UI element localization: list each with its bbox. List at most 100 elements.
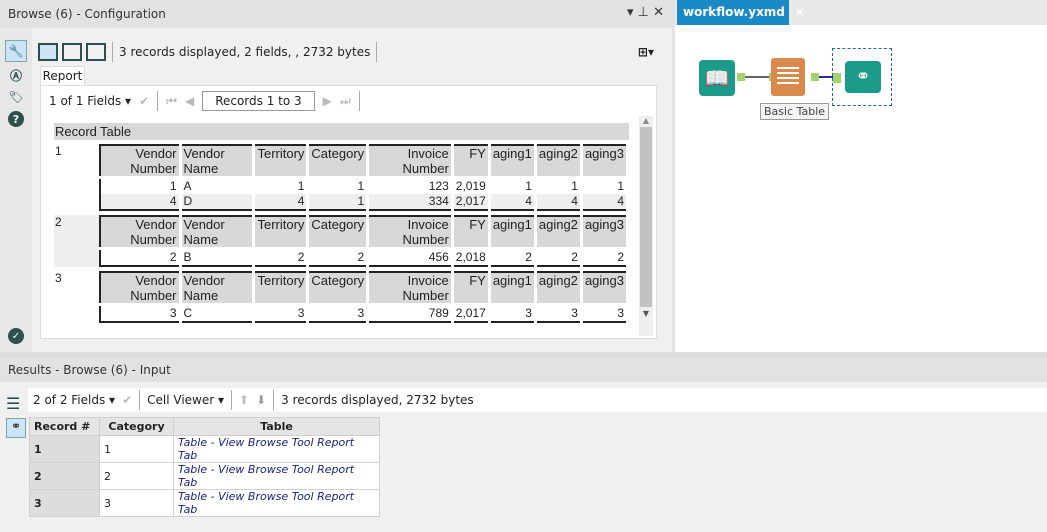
single-view-icon[interactable] xyxy=(38,43,58,61)
column-header: aging2 xyxy=(535,272,583,306)
col-table[interactable]: Table xyxy=(173,417,380,436)
binoculars-icon[interactable]: ⚭ xyxy=(6,418,26,438)
record-number: 2 xyxy=(55,215,62,229)
column-header: Vendor Number xyxy=(100,216,182,250)
basic-table-tool-icon[interactable] xyxy=(771,58,805,96)
column-header: aging3 xyxy=(581,216,629,250)
sort-up-icon[interactable]: ⬆ xyxy=(239,393,249,407)
column-header: Invoice Number xyxy=(367,216,454,250)
check-icon[interactable]: ✔ xyxy=(139,94,149,108)
column-header: FY xyxy=(452,272,491,306)
table-cell: 2 xyxy=(489,248,537,266)
table-link-cell[interactable]: Table - View Browse Tool Report Tab xyxy=(173,489,380,517)
tab-report[interactable]: Report xyxy=(40,66,85,86)
column-header: aging1 xyxy=(489,145,537,179)
column-header: Territory xyxy=(253,272,310,306)
report-view: Record Table 1 Vendor Number Vendor Name Terr… xyxy=(54,123,629,335)
next-record-icon[interactable]: ▶ xyxy=(323,94,332,108)
category-cell[interactable]: 3 xyxy=(99,489,174,517)
table-link-cell[interactable]: Table - View Browse Tool Report Tab xyxy=(173,462,380,490)
table-cell: A xyxy=(180,177,256,194)
table-cell: 2 xyxy=(307,248,370,266)
table-cell: 2 xyxy=(535,248,583,266)
column-header: Territory xyxy=(253,145,310,179)
column-header: Vendor Number xyxy=(100,145,182,179)
table-cell: C xyxy=(180,304,256,322)
list-icon[interactable]: ☰ xyxy=(6,394,20,413)
column-header: Invoice Number xyxy=(367,145,454,179)
table-cell: D xyxy=(180,194,256,210)
table-cell: 4 xyxy=(100,194,182,210)
last-record-icon[interactable]: ⏭ xyxy=(340,94,351,109)
table-cell: 3 xyxy=(100,304,182,322)
config-title: Browse (6) - Configuration xyxy=(8,7,166,21)
help-icon[interactable]: ? xyxy=(8,111,24,127)
table-cell: 2,017 xyxy=(452,194,491,210)
column-header: aging3 xyxy=(581,145,629,179)
record-number: 3 xyxy=(55,271,62,285)
table-cell: 4 xyxy=(581,194,629,210)
column-header: Vendor Name xyxy=(180,145,256,179)
add-view-icon[interactable]: ⊞▾ xyxy=(638,45,654,59)
table-link-cell[interactable]: Table - View Browse Tool Report Tab xyxy=(173,435,380,463)
record-cell[interactable]: 1 xyxy=(29,435,100,463)
table-cell: 2 xyxy=(253,248,310,266)
column-header: aging1 xyxy=(489,216,537,250)
workflow-canvas[interactable]: workflow.yxmd ✕ 📖 ⚭ Basic Table xyxy=(672,0,1047,352)
table-cell: 3 xyxy=(489,304,537,322)
records-range-box[interactable]: Records 1 to 3 xyxy=(202,91,315,111)
column-header: FY xyxy=(452,216,491,250)
table-row: 4 D 4 1 334 2,017 4 4 4 xyxy=(100,194,629,210)
results-grid: Record # Category Table 1 1 Table - View B… xyxy=(29,417,380,517)
sort-down-icon[interactable]: ⬇ xyxy=(256,393,266,407)
input-tool-icon[interactable]: 📖 xyxy=(699,60,735,96)
results-fields-selector[interactable]: 2 of 2 Fields ▾ xyxy=(33,393,115,407)
first-record-icon[interactable]: ⏮ xyxy=(166,94,177,109)
tag-icon[interactable]: 🏷 xyxy=(5,86,27,108)
report-record: 3 Vendor Number Vendor Name Territory Category… xyxy=(54,271,629,323)
category-cell[interactable]: 1 xyxy=(99,435,174,463)
selected-browse-tool[interactable]: ⚭ xyxy=(832,48,892,106)
results-title-bar: Results - Browse (6) - Input xyxy=(0,358,1047,382)
tool-tooltip: Basic Table xyxy=(760,103,830,120)
table-cell: 4 xyxy=(489,194,537,210)
table-cell: 1 xyxy=(307,177,370,194)
record-cell[interactable]: 3 xyxy=(29,489,100,517)
binoculars-icon: ⚭ xyxy=(845,61,881,93)
report-pane: 1 of 1 Fields ▾ ✔ ⏮ ◀ Records 1 to 3 ▶ ⏭… xyxy=(40,85,657,339)
close-tab-icon[interactable]: ✕ xyxy=(795,5,805,19)
record-cell[interactable]: 2 xyxy=(29,462,100,490)
report-scrollbar[interactable]: ▲ ▼ xyxy=(639,116,653,336)
table-cell: 456 xyxy=(367,248,454,266)
table-row[interactable]: 3 3 Table - View Browse Tool Report Tab xyxy=(29,489,380,517)
annotation-icon[interactable]: Ⓐ xyxy=(5,64,27,86)
column-header: aging1 xyxy=(489,272,537,306)
table-cell: 1 xyxy=(581,177,629,194)
table-cell: 3 xyxy=(581,304,629,322)
config-status: 3 records displayed, 2 fields, , 2732 by… xyxy=(119,45,371,59)
column-header: Vendor Name xyxy=(180,216,256,250)
table-row[interactable]: 2 2 Table - View Browse Tool Report Tab xyxy=(29,462,380,490)
table-row[interactable]: 1 1 Table - View Browse Tool Report Tab xyxy=(29,435,380,463)
category-cell[interactable]: 2 xyxy=(99,462,174,490)
record-number: 1 xyxy=(55,144,62,158)
prev-record-icon[interactable]: ◀ xyxy=(185,94,194,108)
panel-controls[interactable]: ▾ ⊥ ✕ xyxy=(627,5,664,20)
column-header: Vendor Name xyxy=(180,272,256,306)
results-status: 3 records displayed, 2732 bytes xyxy=(281,393,474,407)
cell-viewer-dropdown[interactable]: Cell Viewer ▾ xyxy=(147,393,224,407)
col-record[interactable]: Record # xyxy=(29,417,100,436)
check-icon[interactable]: ✔ xyxy=(122,393,132,407)
column-header: Category xyxy=(307,216,370,250)
wrench-icon[interactable]: 🔧 xyxy=(5,40,27,62)
tab-workflow[interactable]: workflow.yxmd ✕ xyxy=(677,0,805,25)
table-cell: 3 xyxy=(307,304,370,322)
fields-selector[interactable]: 1 of 1 Fields ▾ xyxy=(49,94,131,108)
results-title: Results - Browse (6) - Input xyxy=(8,363,171,377)
split-horizontal-icon[interactable] xyxy=(86,43,106,61)
split-vertical-icon[interactable] xyxy=(62,43,82,61)
table-cell: 4 xyxy=(535,194,583,210)
table-cell: 1 xyxy=(535,177,583,194)
column-header: FY xyxy=(452,145,491,179)
col-category[interactable]: Category xyxy=(99,417,174,436)
